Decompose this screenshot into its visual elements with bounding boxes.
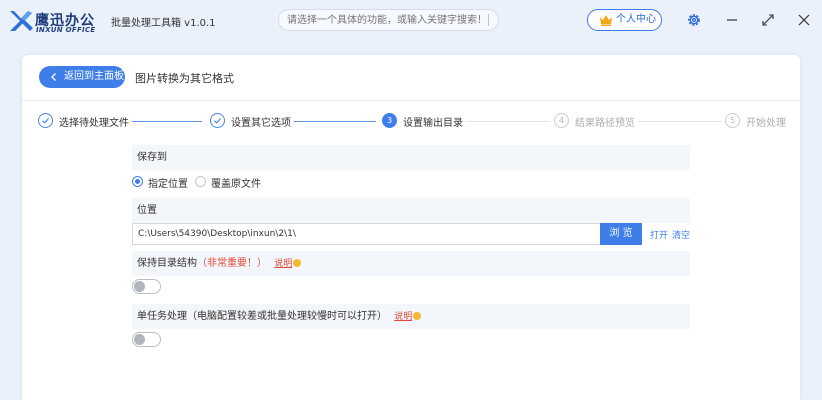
keep-structure-title: 保持目录结构 xyxy=(137,258,197,269)
chevron-left-icon xyxy=(51,73,56,81)
check-icon xyxy=(210,113,225,128)
step-connector xyxy=(466,121,550,122)
open-link[interactable]: 打开 xyxy=(650,228,668,241)
step-connector xyxy=(294,121,376,122)
radio-label: 覆盖原文件 xyxy=(211,179,261,190)
single-task-header: 单任务处理（电脑配置较差或批量处理较慢时可以打开） 说明 xyxy=(132,304,690,329)
location-header: 位置 xyxy=(132,198,690,223)
radio-label: 指定位置 xyxy=(148,179,188,190)
crown-icon xyxy=(600,15,612,26)
settings-icon[interactable] xyxy=(686,12,702,28)
step-connector xyxy=(638,121,722,122)
save-to-title: 保存到 xyxy=(137,152,167,163)
logo-mark-icon xyxy=(10,11,33,31)
single-task-title: 单任务处理（电脑配置较差或批量处理较慢时可以打开） xyxy=(137,311,387,322)
clear-link[interactable]: 清空 xyxy=(672,228,690,241)
user-center-label: 个人中心 xyxy=(616,14,656,25)
radio-button[interactable] xyxy=(195,176,206,187)
back-to-main-button[interactable]: 返回到主面板 xyxy=(39,66,125,88)
step-label: 设置输出目录 xyxy=(403,118,463,129)
step-number: 4 xyxy=(554,113,569,128)
main-panel: 返回到主面板 图片转换为其它格式 选择待处理文件 设置其它选项 3 设置输出目录… xyxy=(22,55,800,400)
close-icon[interactable] xyxy=(796,12,812,28)
step-label: 选择待处理文件 xyxy=(59,118,129,129)
step-label: 设置其它选项 xyxy=(231,118,291,129)
single-task-help-link[interactable]: 说明 xyxy=(394,312,412,322)
keep-structure-toggle[interactable] xyxy=(132,279,161,294)
app-logo: 鹰迅办公 INXUN OFFICE xyxy=(8,8,104,34)
output-path-input[interactable] xyxy=(132,223,600,245)
logo-subtext: INXUN OFFICE xyxy=(36,26,96,34)
search-input[interactable] xyxy=(278,9,499,31)
step-number: 5 xyxy=(725,113,740,128)
help-bulb-icon xyxy=(413,312,422,320)
page-title: 图片转换为其它格式 xyxy=(135,72,234,85)
resize-icon[interactable] xyxy=(760,12,776,28)
step-label: 结果路径预览 xyxy=(575,118,635,129)
help-bulb-icon xyxy=(293,259,302,267)
keep-structure-header: 保持目录结构（非常重要！） 说明 xyxy=(132,251,690,276)
title-bar: 鹰迅办公 INXUN OFFICE 批量处理工具箱 v1.0.1 个人中心 xyxy=(0,0,822,40)
check-icon xyxy=(38,113,53,128)
header-divider xyxy=(22,100,800,101)
step-number: 3 xyxy=(382,113,397,128)
keep-structure-warning: （非常重要！） xyxy=(197,258,267,269)
minimize-icon[interactable] xyxy=(724,12,740,28)
user-center-button[interactable]: 个人中心 xyxy=(587,9,662,31)
search-divider xyxy=(488,14,489,26)
location-title: 位置 xyxy=(137,205,157,216)
app-title: 批量处理工具箱 v1.0.1 xyxy=(111,18,216,29)
step-connector xyxy=(132,121,202,122)
save-to-header: 保存到 xyxy=(132,145,690,170)
browse-button[interactable]: 浏 览 xyxy=(600,223,642,245)
single-task-toggle[interactable] xyxy=(132,332,161,347)
back-button-label: 返回到主面板 xyxy=(64,71,124,82)
step-label: 开始处理 xyxy=(746,118,786,129)
radio-button[interactable] xyxy=(132,176,143,187)
keep-structure-help-link[interactable]: 说明 xyxy=(274,259,292,269)
